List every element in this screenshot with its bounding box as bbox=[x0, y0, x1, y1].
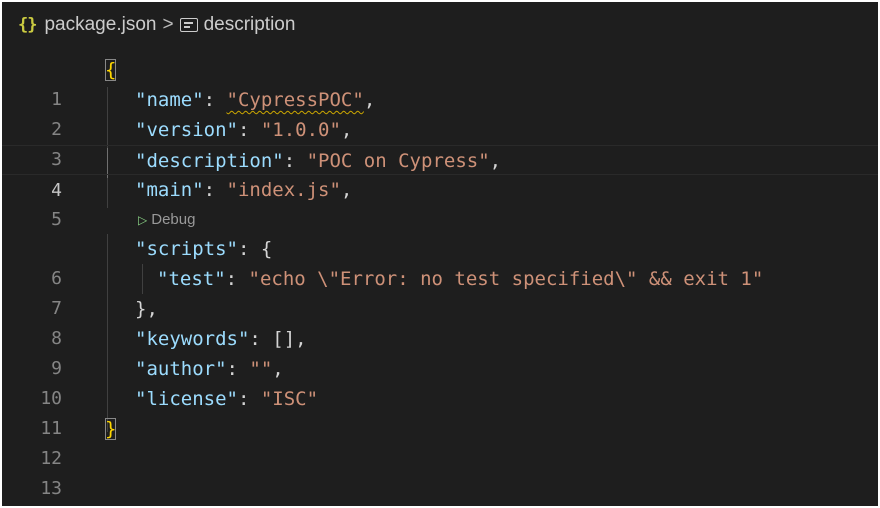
string-property-icon bbox=[179, 18, 198, 32]
code-line[interactable]: 11 "license": "ISC" bbox=[2, 384, 878, 439]
code-line[interactable]: 13 bbox=[2, 444, 878, 499]
json-key: "main" bbox=[135, 179, 204, 201]
json-value: "index.js" bbox=[226, 179, 341, 201]
json-key: "description" bbox=[135, 150, 284, 172]
code-line[interactable]: 9 "keywords": [], bbox=[2, 324, 878, 379]
json-value: "" bbox=[249, 358, 273, 380]
play-icon: ▷ bbox=[138, 213, 148, 227]
code-line[interactable]: 12 } bbox=[2, 414, 878, 469]
breadcrumb: {} package.json > description bbox=[2, 2, 878, 48]
debug-label[interactable]: Debug bbox=[151, 211, 195, 228]
open-brace: { bbox=[105, 59, 117, 81]
json-key: "author" bbox=[135, 358, 227, 380]
code-line[interactable]: 5 "main": "index.js", bbox=[2, 175, 878, 230]
json-value: "POC on Cypress" bbox=[306, 150, 490, 172]
chevron-right-icon: > bbox=[162, 14, 174, 35]
debug-codelens[interactable]: ▷ Debug bbox=[138, 207, 195, 233]
code-line[interactable]: 2 "name": "CypressPOC", bbox=[2, 85, 878, 140]
json-value: "1.0.0" bbox=[260, 119, 341, 141]
json-key: "version" bbox=[135, 119, 238, 141]
code-line-current[interactable]: 4 "description": "POC on Cypress", bbox=[2, 145, 878, 201]
json-value: "CypressPOC" bbox=[226, 89, 364, 111]
code-line[interactable]: 10 "author": "", bbox=[2, 354, 878, 409]
json-file-icon: {} bbox=[18, 15, 38, 35]
close-brace: } bbox=[105, 418, 117, 440]
json-key: "test" bbox=[157, 268, 226, 290]
json-value: "ISC" bbox=[260, 388, 319, 410]
json-value: "echo \"Error: no test specified\" && ex… bbox=[248, 268, 764, 290]
json-key: "name" bbox=[135, 89, 204, 111]
json-key: "keywords" bbox=[135, 328, 250, 350]
json-key: "scripts" bbox=[135, 238, 238, 260]
breadcrumb-file[interactable]: package.json bbox=[44, 14, 156, 36]
code-line[interactable]: 6 "scripts": { bbox=[2, 234, 878, 289]
breadcrumb-symbol[interactable]: description bbox=[204, 14, 296, 36]
code-line[interactable]: 1 { bbox=[2, 55, 878, 110]
code-line[interactable]: 7 "test": "echo \"Error: no test specifi… bbox=[2, 264, 878, 319]
code-line[interactable]: 3 "version": "1.0.0", bbox=[2, 115, 878, 170]
line-number: 13 bbox=[40, 478, 62, 499]
json-key: "license" bbox=[135, 388, 238, 410]
editor[interactable]: {} package.json > description 1 { 2 "nam… bbox=[2, 2, 878, 506]
line-number: 5 bbox=[51, 209, 62, 230]
code-line[interactable]: 8 }, bbox=[2, 294, 878, 349]
